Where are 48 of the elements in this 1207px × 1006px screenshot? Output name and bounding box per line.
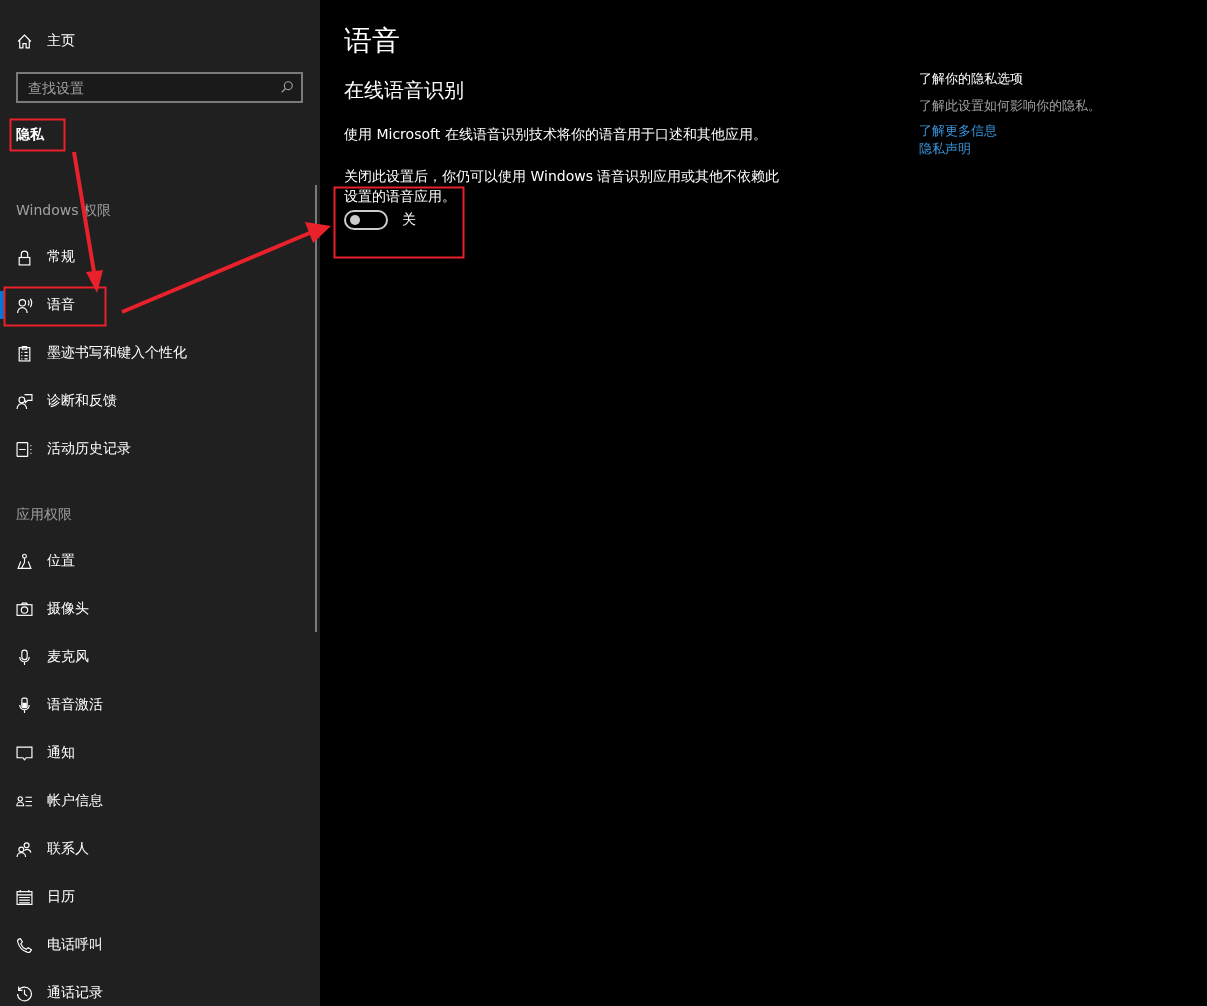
toggle-switch[interactable] xyxy=(344,210,388,230)
group-title: 应用权限 xyxy=(15,505,73,524)
search-field[interactable]: 查找设置 xyxy=(16,72,303,103)
related-title: 了解你的隐私选项 xyxy=(919,70,1023,88)
history-icon xyxy=(16,984,33,1002)
speaking-person-icon xyxy=(16,296,33,314)
section-heading: 在线语音识别 xyxy=(344,77,465,104)
camera-icon xyxy=(16,600,33,618)
sidebar-item[interactable]: 语音激活 xyxy=(0,681,320,729)
selection-indicator xyxy=(0,291,4,319)
related-link[interactable]: 了解更多信息 xyxy=(919,122,997,140)
phone-icon xyxy=(16,936,33,954)
sidebar-item[interactable]: 位置 xyxy=(0,537,320,585)
sidebar-item[interactable]: 麦克风 xyxy=(0,633,320,681)
sidebar-item[interactable]: 活动历史记录 xyxy=(0,425,320,473)
lock-icon xyxy=(16,248,33,266)
section-title: 隐私 xyxy=(16,125,44,144)
sidebar-item[interactable]: 电话呼叫 xyxy=(0,921,320,969)
speech-bubble-icon xyxy=(16,744,33,762)
sidebar-item[interactable]: 通知 xyxy=(0,729,320,777)
sidebar-item[interactable]: 日历 xyxy=(0,873,320,921)
sidebar-item[interactable]: 帐户信息 xyxy=(0,777,320,825)
related-text: 了解此设置如何影响你的隐私。 xyxy=(919,97,1101,115)
people-icon xyxy=(16,840,33,858)
sidebar-item[interactable]: 语音 xyxy=(0,281,320,329)
sidebar-item[interactable]: 诊断和反馈 xyxy=(0,377,320,425)
microphone-icon xyxy=(16,696,33,714)
home-nav-item[interactable]: 主页 xyxy=(0,24,320,58)
sidebar-item[interactable]: 摄像头 xyxy=(0,585,320,633)
sidebar-item[interactable]: 墨迹书写和键入个性化 xyxy=(0,329,320,377)
search-icon xyxy=(280,80,294,94)
annotation-box xyxy=(9,118,66,152)
sidebar-item[interactable]: 常规 xyxy=(0,233,320,281)
home-icon xyxy=(16,32,33,50)
page-title: 语音 xyxy=(344,23,401,59)
microphone-icon xyxy=(16,648,33,666)
sidebar-item[interactable]: 联系人 xyxy=(0,825,320,873)
note-text: 关闭此设置后，你仍可以使用 Windows 语音识别应用或其他不依赖此设置的语音应用。 xyxy=(344,167,781,206)
calendar-icon xyxy=(16,888,33,906)
clipboard-icon xyxy=(16,344,33,362)
scrollbar[interactable] xyxy=(315,185,317,632)
description-text: 使用 Microsoft 在线语音识别技术将你的语音用于口述和其他应用。 xyxy=(344,125,768,144)
person-speech-bubble-icon xyxy=(16,392,33,410)
sidebar-item[interactable]: 通话记录 xyxy=(0,969,320,1006)
related-link[interactable]: 隐私声明 xyxy=(919,140,971,158)
toggle-state-label: 关 xyxy=(402,211,416,229)
timeline-icon xyxy=(16,440,33,458)
location-pin-icon xyxy=(16,552,33,570)
